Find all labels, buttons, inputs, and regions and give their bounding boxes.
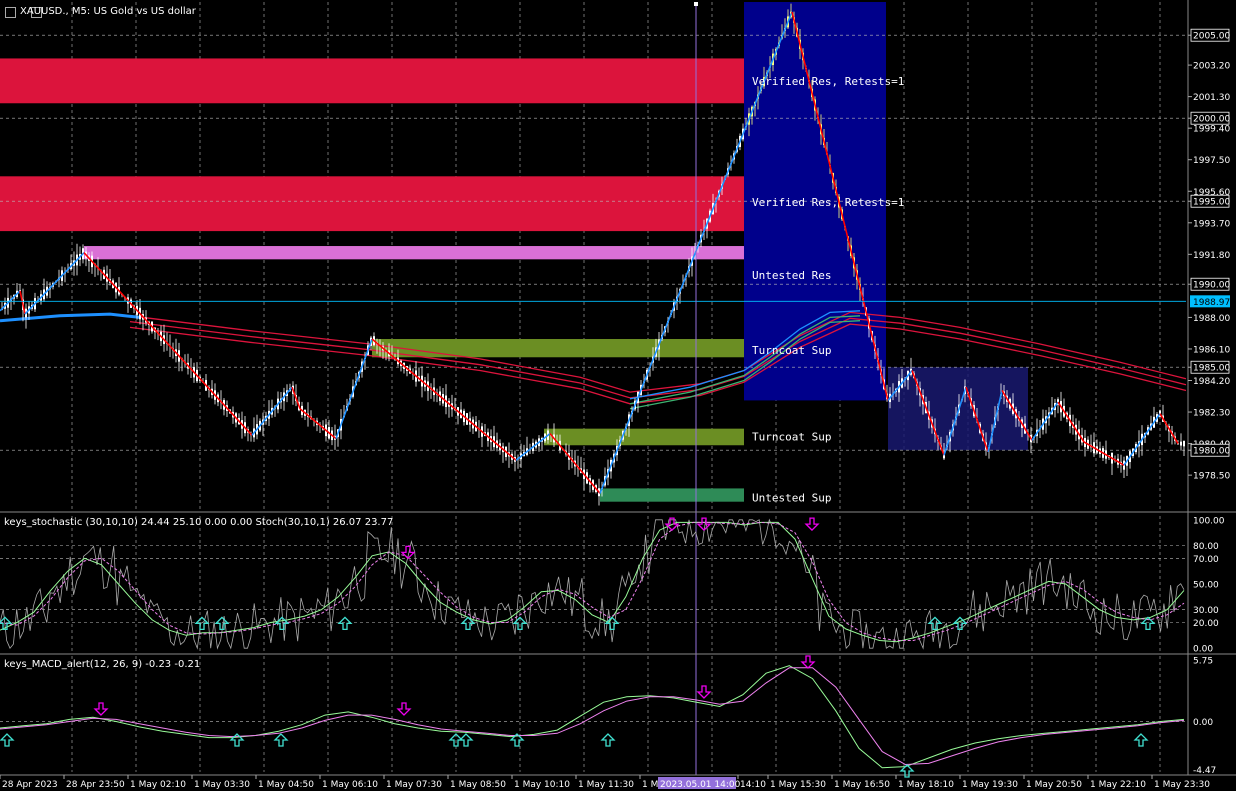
y-tick-label: 1991.80 <box>1193 251 1230 261</box>
macd-label: keys_MACD_alert(12, 26, 9) -0.23 -0.21 <box>4 659 201 670</box>
candle-body <box>1183 440 1185 447</box>
zone-label: Untested Res <box>752 269 831 282</box>
stochastic-label: keys_stochastic (30,10,10) 24.44 25.10 0… <box>4 517 394 528</box>
y-tick-label: 0.00 <box>1193 718 1213 728</box>
arrow-up-icon <box>1133 733 1149 747</box>
y-tick-label: 5.75 <box>1193 656 1213 666</box>
y-tick-label: 1986.10 <box>1193 345 1230 355</box>
y-tick-label: 30.00 <box>1193 606 1219 616</box>
y-tick-label: 1999.40 <box>1193 125 1230 135</box>
candle-body <box>1180 441 1182 446</box>
arrow-up-icon <box>273 733 289 747</box>
zigzag-segment <box>1123 413 1161 466</box>
arrow-down-icon <box>93 702 109 716</box>
y-tick-label: 1993.70 <box>1193 219 1230 229</box>
x-tick-label: 1 May 19:30 <box>962 780 1018 790</box>
arrow-down-icon <box>696 517 712 532</box>
cursor-handle <box>694 2 698 6</box>
x-tick-label: 1 May 03:30 <box>194 780 250 790</box>
x-tick-label: 1 May 06:10 <box>322 780 378 790</box>
zone-label: Verified Res, Retests=1 <box>752 196 904 209</box>
x-tick-label: 1 May 11:30 <box>578 780 634 790</box>
arrow-up-icon <box>458 733 474 747</box>
zone-rect <box>0 58 744 104</box>
chart-canvas[interactable]: Verified Res, Retests=1 Verified Res, Ret… <box>0 0 1236 791</box>
zone-rect <box>84 246 744 260</box>
arrow-up-icon <box>0 733 15 747</box>
x-tick-label: 1 May 22:10 <box>1090 780 1146 790</box>
y-tick-label: 1978.50 <box>1193 472 1230 482</box>
symbol-icon[interactable] <box>5 7 16 18</box>
zone-label: Turncoat Sup <box>752 344 831 357</box>
cursor-time-label: 2023.05.01 14:00 <box>660 780 741 790</box>
y-tick-label: 1980.00 <box>1193 447 1230 457</box>
y-tick-label: 80.00 <box>1193 542 1219 552</box>
y-tick-label: 1997.50 <box>1193 156 1230 166</box>
arrow-up-icon <box>600 733 616 747</box>
chart-title: XAUUSD., M5: US Gold vs US dollar <box>20 6 196 17</box>
x-tick-label: 1 May 18:10 <box>898 780 954 790</box>
y-tick-label: 20.00 <box>1193 619 1219 629</box>
ma-fast-line <box>0 312 141 323</box>
arrow-down-icon <box>696 685 712 699</box>
zigzag-segment <box>24 252 85 315</box>
y-tick-label: 70.00 <box>1193 555 1219 565</box>
zone-label: Turncoat Sup <box>752 430 831 443</box>
y-tick-label: 2005.00 <box>1193 32 1230 42</box>
x-tick-label: 1 May 02:10 <box>130 780 186 790</box>
y-tick-label: -4.47 <box>1193 766 1216 776</box>
arrow-down-icon <box>396 702 412 716</box>
x-tick-label: 1 May 16:50 <box>834 780 890 790</box>
x-tick-label: 1 May 08:50 <box>450 780 506 790</box>
x-tick-label: 1 May 20:50 <box>1026 780 1082 790</box>
zone-rect <box>600 488 744 502</box>
zigzag-segment <box>1031 401 1059 441</box>
arrow-up-icon <box>194 616 210 631</box>
zigzag-segment <box>1057 401 1085 443</box>
current-price-label: 1988.97 <box>1193 298 1230 308</box>
x-tick-label: 1 May 07:30 <box>386 780 442 790</box>
y-tick-label: 2000.00 <box>1193 115 1230 125</box>
y-tick-label: 1982.30 <box>1193 409 1230 419</box>
zigzag-segment <box>83 252 253 436</box>
x-tick-label: 14:10 <box>740 780 766 790</box>
x-tick-label: 1 May 04:50 <box>258 780 314 790</box>
arrow-up-icon <box>337 616 353 631</box>
zigzag-segment <box>0 290 21 312</box>
x-tick-label: 1 May 10:10 <box>514 780 570 790</box>
x-tick-label: 1 May 15:30 <box>770 780 826 790</box>
y-tick-label: 0.00 <box>1193 645 1213 655</box>
arrow-up-icon <box>214 616 230 631</box>
y-tick-label: 1984.20 <box>1193 377 1230 387</box>
arrow-down-icon <box>800 655 816 669</box>
zone-rect <box>544 428 744 446</box>
y-tick-label: 1995.00 <box>1193 198 1230 208</box>
x-tick-label: 28 Apr 2023 <box>2 780 58 790</box>
y-tick-label: 2003.20 <box>1193 62 1230 72</box>
zigzag-segment <box>19 290 26 315</box>
x-tick-label: 28 Apr 23:50 <box>66 780 125 790</box>
y-tick-label: 2001.30 <box>1193 93 1230 103</box>
stoch-raw-line <box>0 518 1185 650</box>
zone-rect <box>0 176 744 232</box>
zone-rect <box>372 339 744 358</box>
x-tick-label: 1 May 23:30 <box>1154 780 1210 790</box>
y-tick-label: 1985.00 <box>1193 364 1230 374</box>
y-tick-label: 1990.00 <box>1193 281 1230 291</box>
zigzag-segment <box>299 408 337 440</box>
zigzag-segment <box>251 386 293 436</box>
zigzag-segment <box>599 250 697 494</box>
y-tick-label: 50.00 <box>1193 581 1219 591</box>
y-tick-label: 100.00 <box>1193 516 1225 526</box>
zone-label: Untested Sup <box>752 492 831 505</box>
zigzag-segment <box>1083 441 1125 466</box>
y-tick-label: 1988.00 <box>1193 314 1230 324</box>
arrow-down-icon <box>804 517 820 532</box>
macd-signal-line <box>0 667 1185 766</box>
zone-label: Verified Res, Retests=1 <box>752 75 904 88</box>
